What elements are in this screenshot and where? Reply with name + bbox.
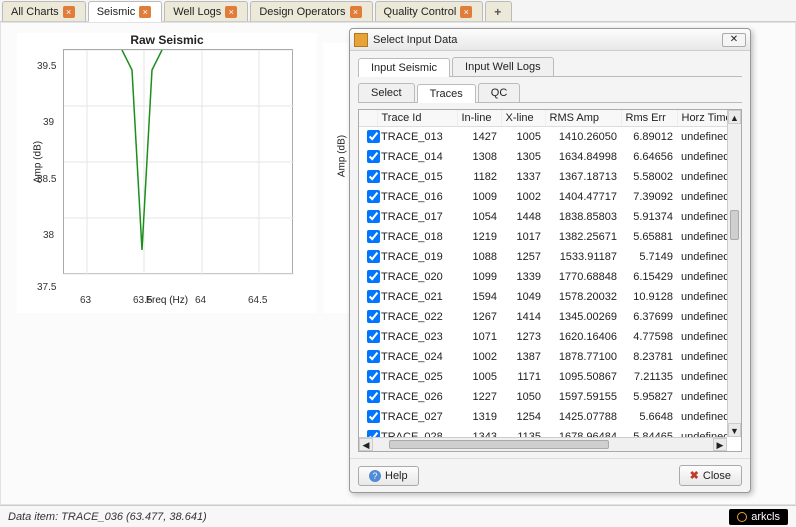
close-icon: ✖ [690,469,699,482]
column-header[interactable]: Trace Id [377,110,457,127]
table-row[interactable]: TRACE_026122710501597.591555.95827undefi… [359,387,727,407]
table-row[interactable]: TRACE_019108812571533.911875.7149undefin… [359,247,727,267]
help-button[interactable]: ? Help [358,466,419,486]
tab-close-icon[interactable]: × [460,6,472,18]
chart-raw-seismic: Raw Seismic Amp (dB) [17,33,317,313]
tab-close-icon[interactable]: × [225,6,237,18]
brand-logo-icon [737,512,747,522]
dialog-tab[interactable]: Select [358,83,415,102]
plus-icon: + [494,5,501,19]
table-row[interactable]: TRACE_020109913391770.688486.15429undefi… [359,267,727,287]
select-input-data-dialog: Select Input Data ✕ Input SeismicInput W… [349,28,751,493]
row-checkbox[interactable] [367,150,380,163]
document-tab[interactable]: Design Operators × [250,1,372,21]
row-checkbox[interactable] [367,290,380,303]
dialog-title: Select Input Data [373,34,457,46]
document-tab[interactable]: Well Logs × [164,1,248,21]
row-checkbox[interactable] [367,230,380,243]
tab-label: Design Operators [259,6,345,18]
row-checkbox[interactable] [367,350,380,363]
window-close-icon[interactable]: ✕ [722,33,746,47]
row-checkbox[interactable] [367,370,380,383]
row-checkbox[interactable] [367,270,380,283]
vertical-scrollbar[interactable]: ▲ ▼ [727,110,741,437]
table-row[interactable]: TRACE_024100213871878.771008.23781undefi… [359,347,727,367]
table-row[interactable]: TRACE_016100910021404.477177.39092undefi… [359,187,727,207]
table-row[interactable]: TRACE_023107112731620.164064.77598undefi… [359,327,727,347]
trace-table: Trace IdIn-lineX-lineRMS AmpRms ErrHorz … [358,109,742,452]
column-header[interactable]: Rms Err [621,110,677,127]
tab-label: Seismic [97,6,136,18]
status-bar: Data item: TRACE_036 (63.477, 38.641) ar… [0,505,796,527]
document-tab[interactable]: All Charts × [2,1,86,21]
new-tab-button[interactable]: + [485,1,512,21]
dialog-titlebar[interactable]: Select Input Data ✕ [350,29,750,51]
status-text: Data item: TRACE_036 (63.477, 38.641) [8,511,207,523]
table-row[interactable]: TRACE_028134311351678.964845.84465undefi… [359,427,727,437]
table-row[interactable]: TRACE_018121910171382.256715.65881undefi… [359,227,727,247]
row-checkbox[interactable] [367,430,380,437]
table-row[interactable]: TRACE_027131912541425.077885.6648undefin… [359,407,727,427]
chart-x-axis-label: Freq (Hz) [146,295,188,306]
dialog-tab[interactable]: Traces [417,84,476,103]
help-icon: ? [369,470,381,482]
chart-title: Raw Seismic [17,33,317,47]
dialog-inner-tabs: SelectTracesQC [358,83,742,103]
row-checkbox[interactable] [367,250,380,263]
dialog-outer-tabs: Input SeismicInput Well Logs [358,57,742,77]
table-row[interactable]: TRACE_022126714141345.002696.37699undefi… [359,307,727,327]
chart-y-axis-label: Amp (dB) [337,134,348,176]
tab-label: Well Logs [173,6,221,18]
row-checkbox[interactable] [367,410,380,423]
row-checkbox[interactable] [367,330,380,343]
table-row[interactable]: TRACE_015118213371367.187135.58002undefi… [359,167,727,187]
dialog-tab[interactable]: Input Seismic [358,58,450,77]
document-tab[interactable]: Seismic× [88,1,163,22]
table-row[interactable]: TRACE_013142710051410.260506.89012undefi… [359,127,727,148]
table-row[interactable]: TRACE_014130813051634.849986.64656undefi… [359,147,727,167]
brand-badge: arkcls [729,509,788,525]
tab-close-icon[interactable]: × [63,6,75,18]
table-row[interactable]: TRACE_021159410491578.2003210.9128undefi… [359,287,727,307]
tab-label: Quality Control [384,6,457,18]
dialog-tab[interactable]: QC [478,83,521,102]
tab-label: All Charts [11,6,59,18]
table-row[interactable]: TRACE_017105414481838.858035.91374undefi… [359,207,727,227]
column-header[interactable]: RMS Amp [545,110,621,127]
row-checkbox[interactable] [367,310,380,323]
tab-close-icon[interactable]: × [139,6,151,18]
tab-close-icon[interactable]: × [350,6,362,18]
table-row[interactable]: TRACE_025100511711095.508677.21135undefi… [359,367,727,387]
column-header[interactable]: In-line [457,110,501,127]
row-checkbox[interactable] [367,190,380,203]
close-button[interactable]: ✖ Close [679,465,742,486]
column-header[interactable]: X-line [501,110,545,127]
dialog-tab[interactable]: Input Well Logs [452,57,554,76]
column-header[interactable]: Horz Time [677,110,727,127]
row-checkbox[interactable] [367,130,380,143]
row-checkbox[interactable] [367,170,380,183]
document-tab[interactable]: Quality Control× [375,1,484,21]
document-tabs: All Charts×Seismic×Well Logs×Design Oper… [0,0,796,22]
column-header[interactable] [359,110,377,127]
row-checkbox[interactable] [367,390,380,403]
row-checkbox[interactable] [367,210,380,223]
app-icon [354,33,368,47]
horizontal-scrollbar[interactable]: ◀ ▶ [359,437,727,451]
